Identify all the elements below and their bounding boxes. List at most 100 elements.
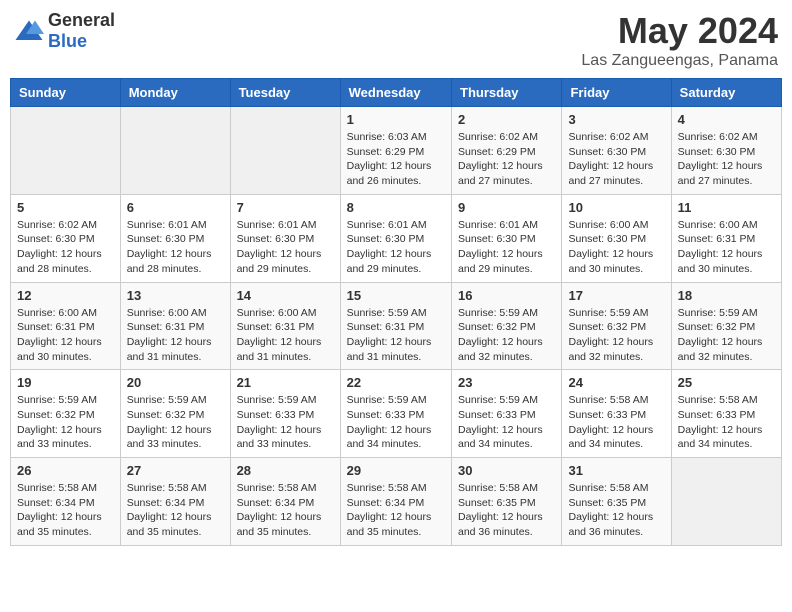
- day-info: Sunrise: 5:59 AMSunset: 6:31 PMDaylight:…: [347, 306, 445, 365]
- calendar-cell: 15Sunrise: 5:59 AMSunset: 6:31 PMDayligh…: [340, 282, 451, 370]
- day-number: 25: [678, 375, 775, 390]
- day-number: 8: [347, 200, 445, 215]
- day-info: Sunrise: 5:58 AMSunset: 6:34 PMDaylight:…: [237, 481, 334, 540]
- day-number: 5: [17, 200, 114, 215]
- calendar-cell: 13 Sunrise: 6:00 AMSunset: 6:31 PMDayligh…: [120, 282, 230, 370]
- calendar-cell: 9 Sunrise: 6:01 AMSunset: 6:30 PMDaylight…: [452, 194, 562, 282]
- calendar-cell: 24 Sunrise: 5:58 AMSunset: 6:33 PMDayligh…: [562, 370, 671, 458]
- calendar-cell: 29Sunrise: 5:58 AMSunset: 6:34 PMDayligh…: [340, 458, 451, 546]
- calendar-cell: 12 Sunrise: 6:00 AMSunset: 6:31 PMDayligh…: [11, 282, 121, 370]
- calendar-cell: 4 Sunrise: 6:02 AMSunset: 6:30 PMDaylight…: [671, 107, 781, 195]
- day-number: 31: [568, 463, 664, 478]
- calendar-cell: 1Sunrise: 6:03 AMSunset: 6:29 PMDaylight…: [340, 107, 451, 195]
- day-number: 19: [17, 375, 114, 390]
- month-title: May 2024: [581, 10, 778, 52]
- calendar-cell: 20 Sunrise: 5:59 AMSunset: 6:32 PMDayligh…: [120, 370, 230, 458]
- page-header: General Blue May 2024 Las Zangueengas, P…: [10, 10, 782, 70]
- day-info: Sunrise: 6:00 AMSunset: 6:31 PMDaylight:…: [678, 218, 775, 277]
- day-number: 22: [347, 375, 445, 390]
- day-info: Sunrise: 5:58 AMSunset: 6:34 PMDaylight:…: [17, 481, 114, 540]
- day-number: 29: [347, 463, 445, 478]
- day-info: Sunrise: 6:00 AMSunset: 6:31 PMDaylight:…: [127, 306, 224, 365]
- day-info: Sunrise: 6:00 AMSunset: 6:30 PMDaylight:…: [568, 218, 664, 277]
- calendar-cell: 2 Sunrise: 6:02 AMSunset: 6:29 PMDaylight…: [452, 107, 562, 195]
- day-info: Sunrise: 5:58 AMSunset: 6:33 PMDaylight:…: [678, 393, 775, 452]
- day-number: 24: [568, 375, 664, 390]
- logo: General Blue: [14, 10, 115, 52]
- day-info: Sunrise: 6:02 AMSunset: 6:30 PMDaylight:…: [568, 130, 664, 189]
- location-title: Las Zangueengas, Panama: [581, 52, 778, 70]
- day-number: 23: [458, 375, 555, 390]
- day-info: Sunrise: 6:02 AMSunset: 6:29 PMDaylight:…: [458, 130, 555, 189]
- day-number: 20: [127, 375, 224, 390]
- weekday-header-saturday: Saturday: [671, 79, 781, 107]
- day-number: 7: [237, 200, 334, 215]
- day-number: 18: [678, 288, 775, 303]
- calendar-cell: 17 Sunrise: 5:59 AMSunset: 6:32 PMDayligh…: [562, 282, 671, 370]
- day-info: Sunrise: 6:01 AMSunset: 6:30 PMDaylight:…: [347, 218, 445, 277]
- day-number: 17: [568, 288, 664, 303]
- calendar-week-row: 1Sunrise: 6:03 AMSunset: 6:29 PMDaylight…: [11, 107, 782, 195]
- day-info: Sunrise: 5:59 AMSunset: 6:33 PMDaylight:…: [237, 393, 334, 452]
- weekday-header-sunday: Sunday: [11, 79, 121, 107]
- calendar-cell: 23 Sunrise: 5:59 AMSunset: 6:33 PMDayligh…: [452, 370, 562, 458]
- calendar-cell: 6Sunrise: 6:01 AMSunset: 6:30 PMDaylight…: [120, 194, 230, 282]
- calendar-week-row: 26 Sunrise: 5:58 AMSunset: 6:34 PMDayligh…: [11, 458, 782, 546]
- day-info: Sunrise: 6:01 AMSunset: 6:30 PMDaylight:…: [458, 218, 555, 277]
- calendar-cell: 25 Sunrise: 5:58 AMSunset: 6:33 PMDayligh…: [671, 370, 781, 458]
- day-number: 21: [237, 375, 334, 390]
- calendar-cell: 30 Sunrise: 5:58 AMSunset: 6:35 PMDayligh…: [452, 458, 562, 546]
- calendar-cell: 21 Sunrise: 5:59 AMSunset: 6:33 PMDayligh…: [230, 370, 340, 458]
- calendar-table: SundayMondayTuesdayWednesdayThursdayFrid…: [10, 78, 782, 546]
- logo-text-general: General: [48, 10, 115, 30]
- day-number: 2: [458, 112, 555, 127]
- calendar-week-row: 19 Sunrise: 5:59 AMSunset: 6:32 PMDayligh…: [11, 370, 782, 458]
- day-number: 13: [127, 288, 224, 303]
- weekday-header-friday: Friday: [562, 79, 671, 107]
- calendar-cell: 18Sunrise: 5:59 AMSunset: 6:32 PMDayligh…: [671, 282, 781, 370]
- day-number: 9: [458, 200, 555, 215]
- calendar-cell: 11 Sunrise: 6:00 AMSunset: 6:31 PMDayligh…: [671, 194, 781, 282]
- day-info: Sunrise: 5:59 AMSunset: 6:32 PMDaylight:…: [458, 306, 555, 365]
- day-info: Sunrise: 6:00 AMSunset: 6:31 PMDaylight:…: [17, 306, 114, 365]
- calendar-cell: 27Sunrise: 5:58 AMSunset: 6:34 PMDayligh…: [120, 458, 230, 546]
- day-number: 3: [568, 112, 664, 127]
- calendar-cell: 31 Sunrise: 5:58 AMSunset: 6:35 PMDayligh…: [562, 458, 671, 546]
- calendar-cell: 14Sunrise: 6:00 AMSunset: 6:31 PMDayligh…: [230, 282, 340, 370]
- calendar-week-row: 5 Sunrise: 6:02 AMSunset: 6:30 PMDaylight…: [11, 194, 782, 282]
- weekday-header-tuesday: Tuesday: [230, 79, 340, 107]
- day-info: Sunrise: 5:59 AMSunset: 6:32 PMDaylight:…: [127, 393, 224, 452]
- calendar-cell: 5 Sunrise: 6:02 AMSunset: 6:30 PMDaylight…: [11, 194, 121, 282]
- day-number: 4: [678, 112, 775, 127]
- day-info: Sunrise: 6:02 AMSunset: 6:30 PMDaylight:…: [17, 218, 114, 277]
- calendar-week-row: 12 Sunrise: 6:00 AMSunset: 6:31 PMDayligh…: [11, 282, 782, 370]
- logo-text-blue: Blue: [48, 31, 87, 51]
- day-info: Sunrise: 5:59 AMSunset: 6:33 PMDaylight:…: [347, 393, 445, 452]
- calendar-cell: 22 Sunrise: 5:59 AMSunset: 6:33 PMDayligh…: [340, 370, 451, 458]
- day-info: Sunrise: 6:02 AMSunset: 6:30 PMDaylight:…: [678, 130, 775, 189]
- day-info: Sunrise: 5:58 AMSunset: 6:35 PMDaylight:…: [568, 481, 664, 540]
- day-number: 12: [17, 288, 114, 303]
- calendar-cell: 3 Sunrise: 6:02 AMSunset: 6:30 PMDaylight…: [562, 107, 671, 195]
- calendar-cell: [671, 458, 781, 546]
- calendar-cell: 28Sunrise: 5:58 AMSunset: 6:34 PMDayligh…: [230, 458, 340, 546]
- weekday-header-wednesday: Wednesday: [340, 79, 451, 107]
- day-number: 11: [678, 200, 775, 215]
- calendar-cell: 8 Sunrise: 6:01 AMSunset: 6:30 PMDaylight…: [340, 194, 451, 282]
- day-info: Sunrise: 6:00 AMSunset: 6:31 PMDaylight:…: [237, 306, 334, 365]
- calendar-cell: [230, 107, 340, 195]
- calendar-cell: 19Sunrise: 5:59 AMSunset: 6:32 PMDayligh…: [11, 370, 121, 458]
- calendar-cell: 16 Sunrise: 5:59 AMSunset: 6:32 PMDayligh…: [452, 282, 562, 370]
- calendar-cell: 7Sunrise: 6:01 AMSunset: 6:30 PMDaylight…: [230, 194, 340, 282]
- day-number: 10: [568, 200, 664, 215]
- title-area: May 2024 Las Zangueengas, Panama: [581, 10, 778, 70]
- calendar-cell: 26 Sunrise: 5:58 AMSunset: 6:34 PMDayligh…: [11, 458, 121, 546]
- day-number: 16: [458, 288, 555, 303]
- calendar-cell: 10 Sunrise: 6:00 AMSunset: 6:30 PMDayligh…: [562, 194, 671, 282]
- day-info: Sunrise: 5:58 AMSunset: 6:35 PMDaylight:…: [458, 481, 555, 540]
- day-number: 26: [17, 463, 114, 478]
- day-info: Sunrise: 5:58 AMSunset: 6:33 PMDaylight:…: [568, 393, 664, 452]
- day-info: Sunrise: 5:59 AMSunset: 6:33 PMDaylight:…: [458, 393, 555, 452]
- day-number: 30: [458, 463, 555, 478]
- day-info: Sunrise: 5:59 AMSunset: 6:32 PMDaylight:…: [568, 306, 664, 365]
